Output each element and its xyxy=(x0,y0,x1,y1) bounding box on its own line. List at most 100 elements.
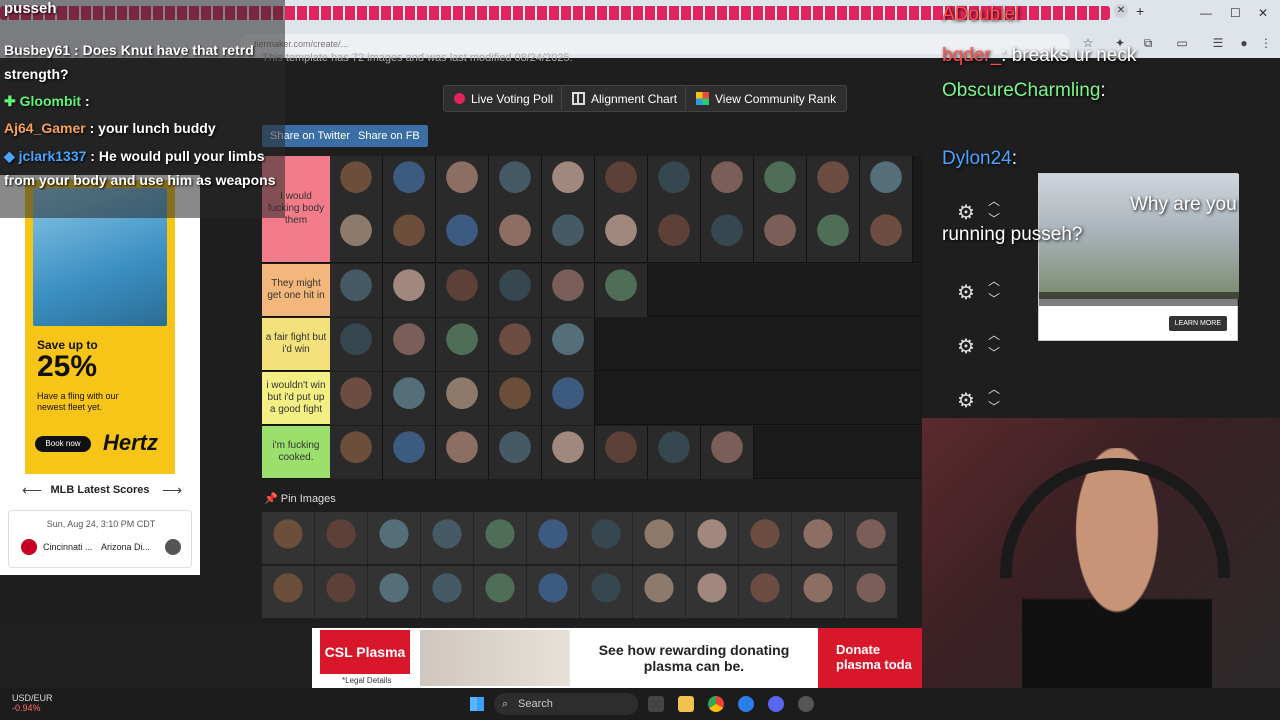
pin-image[interactable] xyxy=(739,512,792,565)
tier-image[interactable] xyxy=(701,426,754,479)
file-explorer-icon[interactable] xyxy=(678,696,694,712)
pin-image[interactable] xyxy=(315,566,368,619)
pin-image[interactable] xyxy=(792,512,845,565)
tier-image[interactable] xyxy=(330,426,383,479)
discord-icon[interactable] xyxy=(768,696,784,712)
chevron-down-icon[interactable]: ﹀ xyxy=(988,344,1000,361)
chrome-icon[interactable] xyxy=(708,696,724,712)
legal-details-link[interactable]: *Legal Details xyxy=(342,676,391,685)
chevron-up-icon[interactable]: ︿ xyxy=(988,272,1000,289)
task-view-icon[interactable] xyxy=(648,696,664,712)
tier-image[interactable] xyxy=(436,318,489,371)
tier-image[interactable] xyxy=(330,372,383,425)
profile-icon[interactable]: ● xyxy=(1236,35,1252,51)
tier-image[interactable] xyxy=(754,156,807,209)
tier-image[interactable] xyxy=(436,264,489,317)
chevron-down-icon[interactable]: ﹀ xyxy=(988,290,1000,307)
pin-image[interactable] xyxy=(686,566,739,619)
tier-image[interactable] xyxy=(860,209,913,262)
edge-icon[interactable] xyxy=(738,696,754,712)
minimize-icon[interactable]: — xyxy=(1200,6,1212,20)
pin-image[interactable] xyxy=(421,512,474,565)
tier-image[interactable] xyxy=(807,209,860,262)
pin-image[interactable] xyxy=(633,512,686,565)
chevron-down-icon[interactable]: ﹀ xyxy=(988,398,1000,415)
pin-image[interactable] xyxy=(792,566,845,619)
pin-image[interactable] xyxy=(527,512,580,565)
pin-image[interactable] xyxy=(474,512,527,565)
tier-image[interactable] xyxy=(595,156,648,209)
tier-image[interactable] xyxy=(542,426,595,479)
pin-image[interactable] xyxy=(633,566,686,619)
tier-image[interactable] xyxy=(489,372,542,425)
pin-image[interactable] xyxy=(421,566,474,619)
hertz-ad[interactable]: Save up to 25% Have a fling with our new… xyxy=(25,180,175,474)
pin-image[interactable] xyxy=(686,512,739,565)
tier-image[interactable] xyxy=(383,209,436,262)
tier-image[interactable] xyxy=(542,264,595,317)
new-tab-icon[interactable]: + xyxy=(1136,3,1144,19)
pin-image[interactable] xyxy=(262,566,315,619)
sidebar-icon[interactable]: ▭ xyxy=(1174,35,1190,51)
mlb-next-arrow[interactable]: ⟶ xyxy=(162,482,182,499)
pin-image[interactable] xyxy=(474,566,527,619)
tier-image[interactable] xyxy=(330,264,383,317)
gear-icon[interactable]: ⚙ xyxy=(957,334,975,359)
windows-start-icon[interactable] xyxy=(470,697,484,711)
tier-image[interactable] xyxy=(807,156,860,209)
tier-image[interactable] xyxy=(489,209,542,262)
tier-image[interactable] xyxy=(701,209,754,262)
tier-image[interactable] xyxy=(436,372,489,425)
tier-image[interactable] xyxy=(542,209,595,262)
tier-image[interactable] xyxy=(436,426,489,479)
tier-image[interactable] xyxy=(542,372,595,425)
mlb-score-card[interactable]: Sun, Aug 24, 3:10 PM CDT Cincinnati ... … xyxy=(8,510,192,568)
community-rank-button[interactable]: View Community Rank xyxy=(685,85,848,112)
tier-image[interactable] xyxy=(383,318,436,371)
pin-image[interactable] xyxy=(580,566,633,619)
pin-image[interactable] xyxy=(739,566,792,619)
tier-image[interactable] xyxy=(436,209,489,262)
tier-image[interactable] xyxy=(330,156,383,209)
tier-image[interactable] xyxy=(860,156,913,209)
tier-image[interactable] xyxy=(595,209,648,262)
obs-icon[interactable] xyxy=(798,696,814,712)
chevron-up-icon[interactable]: ︿ xyxy=(988,380,1000,397)
more-icon[interactable]: ⋮ xyxy=(1258,35,1274,51)
close-tab-icon[interactable]: ✕ xyxy=(1114,4,1128,18)
alignment-chart-button[interactable]: Alignment Chart xyxy=(561,85,689,112)
taskbar-search[interactable]: ⌕ Search xyxy=(494,693,638,715)
tier-image[interactable] xyxy=(383,426,436,479)
pin-image[interactable] xyxy=(262,512,315,565)
tier-image[interactable] xyxy=(595,426,648,479)
tier-image[interactable] xyxy=(701,156,754,209)
gear-icon[interactable]: ⚙ xyxy=(957,280,975,305)
pin-image[interactable] xyxy=(368,566,421,619)
pin-image[interactable] xyxy=(845,512,898,565)
puzzle-icon[interactable]: ⧉ xyxy=(1140,35,1156,51)
tier-image[interactable] xyxy=(595,264,648,317)
tier-image[interactable] xyxy=(330,209,383,262)
video-progress-bar[interactable] xyxy=(1039,292,1239,306)
chevron-up-icon[interactable]: ︿ xyxy=(988,326,1000,343)
live-voting-button[interactable]: Live Voting Poll xyxy=(443,85,565,112)
donate-button[interactable]: Donate plasma toda xyxy=(818,628,922,688)
share-fb-button[interactable]: Share on FB xyxy=(350,125,428,147)
plasma-ad[interactable]: CSL Plasma *Legal Details See how reward… xyxy=(312,628,922,688)
maximize-icon[interactable]: ☐ xyxy=(1230,6,1241,20)
tier-image[interactable] xyxy=(383,264,436,317)
pin-image[interactable] xyxy=(845,566,898,619)
pin-image[interactable] xyxy=(580,512,633,565)
tier-image[interactable] xyxy=(754,209,807,262)
tier-image[interactable] xyxy=(489,264,542,317)
tier-image[interactable] xyxy=(542,156,595,209)
tier-image[interactable] xyxy=(489,426,542,479)
pin-image[interactable] xyxy=(368,512,421,565)
pin-image[interactable] xyxy=(315,512,368,565)
close-window-icon[interactable]: ✕ xyxy=(1258,6,1268,20)
tier-image[interactable] xyxy=(383,372,436,425)
tier-image[interactable] xyxy=(436,156,489,209)
book-now-button[interactable]: Book now xyxy=(35,436,91,452)
menu-icon[interactable]: ☰ xyxy=(1210,35,1226,51)
gear-icon[interactable]: ⚙ xyxy=(957,388,975,413)
